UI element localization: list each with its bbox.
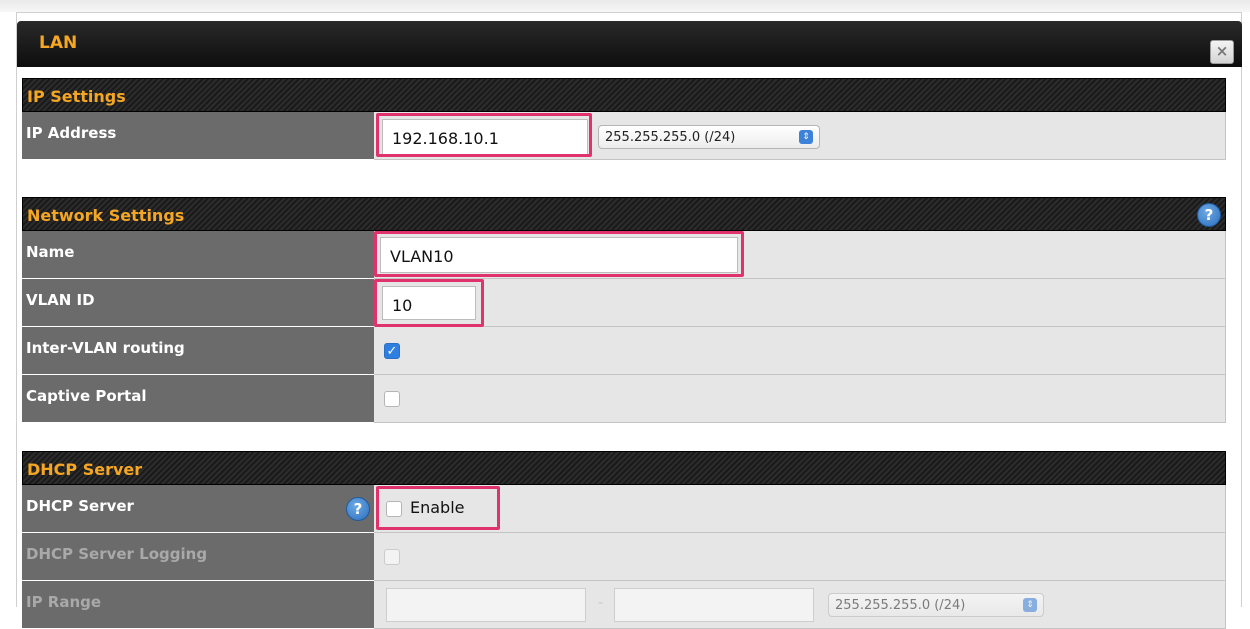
inter-vlan-row: Inter-VLAN routing ✓ bbox=[22, 327, 1226, 375]
ip-range-label: IP Range bbox=[22, 581, 374, 629]
inter-vlan-checkbox[interactable]: ✓ bbox=[384, 343, 400, 359]
ip-range-separator: - bbox=[598, 595, 604, 611]
dialog-title: LAN bbox=[39, 33, 78, 53]
captive-portal-checkbox[interactable] bbox=[384, 391, 400, 407]
inter-vlan-value-cell: ✓ bbox=[374, 327, 1226, 375]
vlan-id-highlight bbox=[374, 279, 484, 327]
ip-range-start-input[interactable] bbox=[386, 588, 586, 622]
help-icon[interactable]: ? bbox=[346, 497, 370, 521]
dhcp-server-header: DHCP Server bbox=[22, 451, 1226, 485]
network-settings-header: Network Settings ? bbox=[22, 197, 1226, 231]
close-icon[interactable]: × bbox=[1210, 40, 1234, 64]
dhcp-logging-label: DHCP Server Logging bbox=[22, 533, 374, 581]
dhcp-enable-value-cell: Enable bbox=[374, 485, 1226, 533]
ip-settings-section: IP Settings IP Address 192.168.10.1 255.… bbox=[22, 78, 1226, 160]
vlan-id-row: VLAN ID 10 bbox=[22, 279, 1226, 327]
select-arrow-icon: ⇕ bbox=[1023, 598, 1037, 612]
network-settings-title: Network Settings bbox=[27, 206, 185, 225]
vlan-id-value-cell: 10 bbox=[374, 279, 1226, 327]
ip-range-value-cell: - 255.255.255.0 (/24) ⇕ bbox=[374, 581, 1226, 629]
ip-settings-title: IP Settings bbox=[27, 87, 126, 106]
select-arrow-icon: ⇕ bbox=[799, 130, 813, 144]
name-highlight bbox=[374, 231, 744, 277]
ip-range-subnet-value: 255.255.255.0 (/24) bbox=[835, 598, 966, 613]
dhcp-server-section: DHCP Server DHCP Server ? Enable DHCP Se… bbox=[22, 451, 1226, 629]
network-settings-section: Network Settings ? Name VLAN10 VLAN ID 1… bbox=[22, 197, 1226, 423]
dhcp-server-label: DHCP Server ? bbox=[22, 485, 374, 533]
ip-address-value-cell: 192.168.10.1 255.255.255.0 (/24) ⇕ bbox=[374, 112, 1226, 160]
name-row: Name VLAN10 bbox=[22, 231, 1226, 279]
subnet-select[interactable]: 255.255.255.0 (/24) ⇕ bbox=[598, 125, 820, 149]
subnet-select-value: 255.255.255.0 (/24) bbox=[605, 130, 736, 145]
captive-portal-value-cell bbox=[374, 375, 1226, 423]
dhcp-logging-checkbox[interactable] bbox=[384, 549, 400, 565]
vlan-id-label: VLAN ID bbox=[22, 279, 374, 327]
ip-address-row: IP Address 192.168.10.1 255.255.255.0 (/… bbox=[22, 112, 1226, 160]
dhcp-server-label-text: DHCP Server bbox=[26, 497, 134, 515]
top-strip bbox=[0, 0, 1250, 12]
dhcp-server-title: DHCP Server bbox=[27, 460, 143, 479]
dhcp-enable-highlight bbox=[376, 486, 500, 530]
help-icon[interactable]: ? bbox=[1197, 203, 1221, 227]
name-label: Name bbox=[22, 231, 374, 279]
ip-range-end-input[interactable] bbox=[614, 588, 814, 622]
name-value-cell: VLAN10 bbox=[374, 231, 1226, 279]
ip-settings-header: IP Settings bbox=[22, 78, 1226, 112]
dhcp-logging-row: DHCP Server Logging bbox=[22, 533, 1226, 581]
dhcp-logging-value-cell bbox=[374, 533, 1226, 581]
ip-address-label: IP Address bbox=[22, 112, 374, 160]
ip-range-row: IP Range - 255.255.255.0 (/24) ⇕ bbox=[22, 581, 1226, 629]
ip-range-subnet-select[interactable]: 255.255.255.0 (/24) ⇕ bbox=[828, 593, 1044, 617]
captive-portal-label: Captive Portal bbox=[22, 375, 374, 423]
ip-address-highlight bbox=[376, 113, 592, 157]
dhcp-server-row: DHCP Server ? Enable bbox=[22, 485, 1226, 533]
dialog-header: LAN × bbox=[17, 21, 1242, 67]
inter-vlan-label: Inter-VLAN routing bbox=[22, 327, 374, 375]
captive-portal-row: Captive Portal bbox=[22, 375, 1226, 423]
